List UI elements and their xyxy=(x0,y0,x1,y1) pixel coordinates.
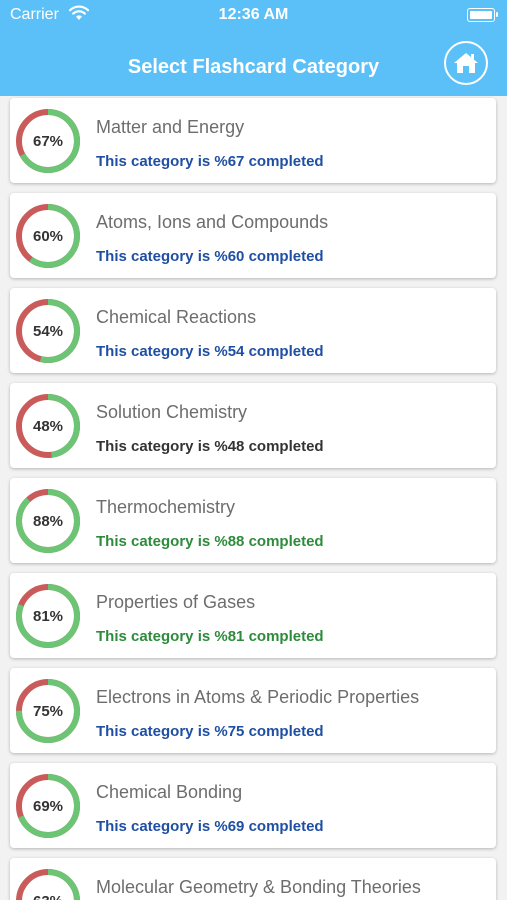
category-card[interactable]: 75% Electrons in Atoms & Periodic Propert… xyxy=(10,668,496,753)
category-title: Electrons in Atoms & Periodic Properties xyxy=(96,687,420,707)
progress-ring: 67% xyxy=(16,109,80,173)
category-title: Matter and Energy xyxy=(96,117,245,137)
category-card[interactable]: 48% Solution Chemistry This category is %4… xyxy=(10,383,496,468)
category-progress-text: This category is %60 completed xyxy=(96,248,324,265)
progress-percent: 88% xyxy=(33,513,63,530)
category-card[interactable]: 60% Atoms, Ions and Compounds This categor… xyxy=(10,193,496,278)
category-progress-text: This category is %54 completed xyxy=(96,343,324,360)
home-icon xyxy=(454,53,478,73)
progress-percent: 69% xyxy=(33,798,63,815)
progress-ring: 75% xyxy=(16,679,80,743)
progress-percent: 60% xyxy=(33,228,63,245)
category-title: Solution Chemistry xyxy=(96,402,248,422)
progress-ring: 88% xyxy=(16,489,80,553)
category-progress-text: This category is %69 completed xyxy=(96,818,324,835)
category-title: Thermochemistry xyxy=(96,497,236,517)
category-card[interactable]: 63% Molecular Geometry & Bonding Theories xyxy=(10,858,496,900)
category-title: Chemical Reactions xyxy=(96,307,257,327)
category-title: Properties of Gases xyxy=(96,592,256,612)
progress-percent: 48% xyxy=(33,418,63,435)
page-title: Select Flashcard Category xyxy=(127,56,380,78)
category-progress-text: This category is %75 completed xyxy=(96,723,324,740)
category-title: Molecular Geometry & Bonding Theories xyxy=(96,877,421,897)
progress-percent: 81% xyxy=(33,608,63,625)
category-title: Chemical Bonding xyxy=(96,782,243,802)
progress-ring: 63% xyxy=(16,869,80,900)
category-progress-text: This category is %88 completed xyxy=(96,533,324,550)
progress-ring: 81% xyxy=(16,584,80,648)
progress-ring: 54% xyxy=(16,299,80,363)
status-bar: Carrier 12:36 AM xyxy=(0,0,507,30)
progress-percent: 54% xyxy=(33,323,63,340)
category-progress-text: This category is %81 completed xyxy=(96,628,324,645)
progress-percent: 67% xyxy=(33,133,63,150)
progress-percent: 75% xyxy=(33,703,63,720)
category-title: Atoms, Ions and Compounds xyxy=(96,212,329,232)
category-card[interactable]: 81% Properties of Gases This category is %… xyxy=(10,573,496,658)
category-card[interactable]: 67% Matter and Energy This category is %67… xyxy=(10,98,496,183)
category-card[interactable]: 54% Chemical Reactions This category is %5… xyxy=(10,288,496,373)
category-card[interactable]: 88% Thermochemistry This category is %88 c… xyxy=(10,478,496,563)
battery-icon xyxy=(467,8,498,22)
home-button[interactable] xyxy=(444,41,488,85)
category-progress-text: This category is %67 completed xyxy=(96,153,324,170)
category-list[interactable]: 67% Matter and Energy This category is %67… xyxy=(0,96,507,900)
progress-ring: 69% xyxy=(16,774,80,838)
progress-ring: 60% xyxy=(16,204,80,268)
progress-ring: 48% xyxy=(16,394,80,458)
clock: 12:36 AM xyxy=(218,6,289,23)
category-card[interactable]: 69% Chemical Bonding This category is %69 … xyxy=(10,763,496,848)
category-progress-text: This category is %48 completed xyxy=(96,438,324,455)
progress-percent: 63% xyxy=(33,893,63,900)
nav-header: Carrier 12:36 AM Select Flashcard Catego… xyxy=(0,0,507,96)
